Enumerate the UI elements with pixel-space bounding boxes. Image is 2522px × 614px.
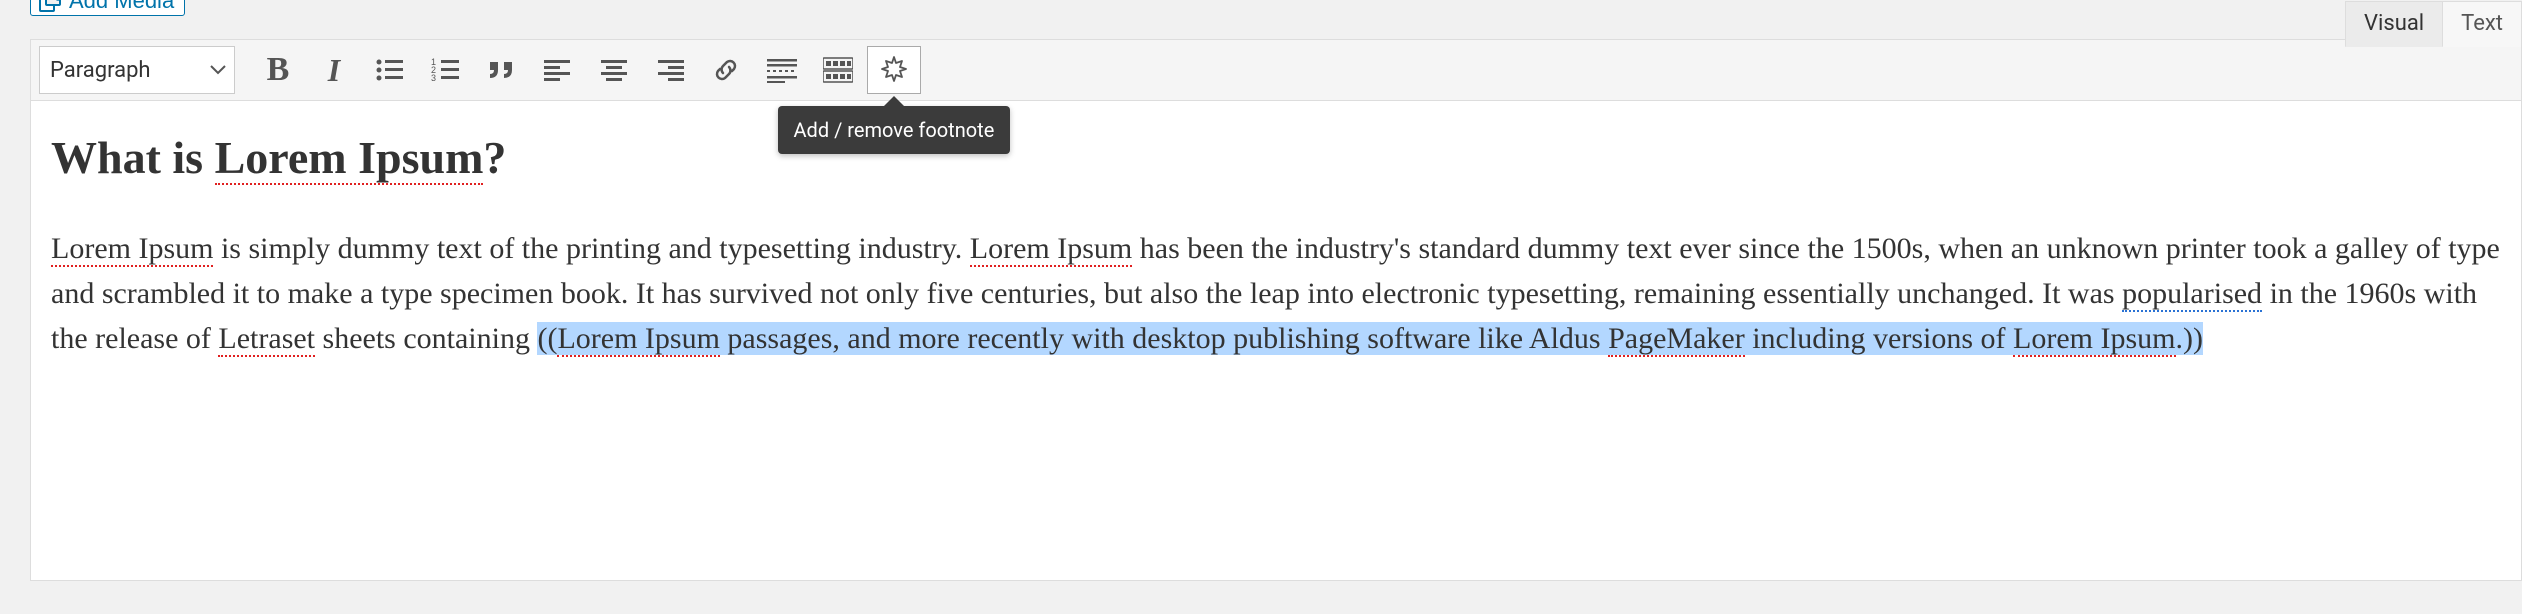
footnote-tooltip: Add / remove footnote <box>778 106 1011 154</box>
align-left-icon <box>544 58 572 82</box>
editor-wrap: Add Media Visual Text Paragraph B I <box>30 0 2522 581</box>
text-run: is simply dummy text of the printing and… <box>213 232 969 265</box>
text-spellmark: Lorem Ipsum <box>51 232 213 267</box>
numbered-list-icon: 1 2 3 <box>431 57 461 83</box>
editor-toolbar: Paragraph B I 1 2 <box>30 39 2522 101</box>
format-select[interactable]: Paragraph <box>39 46 235 94</box>
text-spellmark: Lorem Ipsum <box>2013 322 2175 357</box>
bold-button[interactable]: B <box>251 46 305 94</box>
tooltip-text: Add / remove footnote <box>794 118 995 142</box>
tab-text[interactable]: Text <box>2443 1 2522 47</box>
read-more-button[interactable] <box>755 46 809 94</box>
svg-text:3: 3 <box>431 73 436 83</box>
italic-button[interactable]: I <box>307 46 361 94</box>
text-run: passages, and more recently with desktop… <box>720 322 1608 355</box>
read-more-icon <box>767 57 797 83</box>
blockquote-icon <box>487 58 517 82</box>
link-button[interactable] <box>699 46 753 94</box>
text-spellmark: Lorem Ipsum <box>970 232 1132 267</box>
selected-text: ((Lorem Ipsum passages, and more recentl… <box>537 322 2203 355</box>
text-spellmark: Lorem Ipsum <box>557 322 719 357</box>
toolbar-toggle-button[interactable] <box>811 46 865 94</box>
format-select-label: Paragraph <box>50 58 151 83</box>
content-paragraph[interactable]: Lorem Ipsum is simply dummy text of the … <box>51 226 2501 361</box>
bullet-list-button[interactable] <box>363 46 417 94</box>
heading-text-part: ? <box>483 132 506 183</box>
toolbar-toggle-icon <box>823 57 853 83</box>
tab-visual[interactable]: Visual <box>2345 1 2443 47</box>
bullet-list-icon <box>375 57 405 83</box>
chevron-down-icon <box>210 65 226 75</box>
align-right-icon <box>656 58 684 82</box>
text-run: .)) <box>2176 322 2203 355</box>
text-run: sheets containing <box>315 322 537 355</box>
editor-content[interactable]: What is Lorem Ipsum? Lorem Ipsum is simp… <box>30 101 2522 581</box>
text-spellmark: Letraset <box>218 322 315 357</box>
align-right-button[interactable] <box>643 46 697 94</box>
footnote-icon <box>879 55 909 85</box>
media-icon <box>39 0 63 12</box>
text-run: (( <box>537 322 557 355</box>
link-icon <box>712 56 740 84</box>
top-row: Add Media Visual Text <box>30 0 2522 20</box>
add-media-button[interactable]: Add Media <box>30 0 185 16</box>
editor-mode-tabs: Visual Text <box>2345 0 2522 46</box>
bold-icon: B <box>267 51 290 89</box>
blockquote-button[interactable] <box>475 46 529 94</box>
heading-text-spellmark: Lorem Ipsum <box>215 132 484 185</box>
text-spellmark: PageMaker <box>1608 322 1745 357</box>
footnote-button[interactable] <box>867 46 921 94</box>
numbered-list-button[interactable]: 1 2 3 <box>419 46 473 94</box>
heading-text-part: What is <box>51 132 215 183</box>
italic-icon: I <box>328 52 340 89</box>
text-spellmark: popularised <box>2122 277 2262 312</box>
add-media-label: Add Media <box>69 0 174 12</box>
text-run: including versions of <box>1745 322 2013 355</box>
align-center-icon <box>600 58 628 82</box>
align-left-button[interactable] <box>531 46 585 94</box>
content-heading[interactable]: What is Lorem Ipsum? <box>51 131 2501 184</box>
align-center-button[interactable] <box>587 46 641 94</box>
